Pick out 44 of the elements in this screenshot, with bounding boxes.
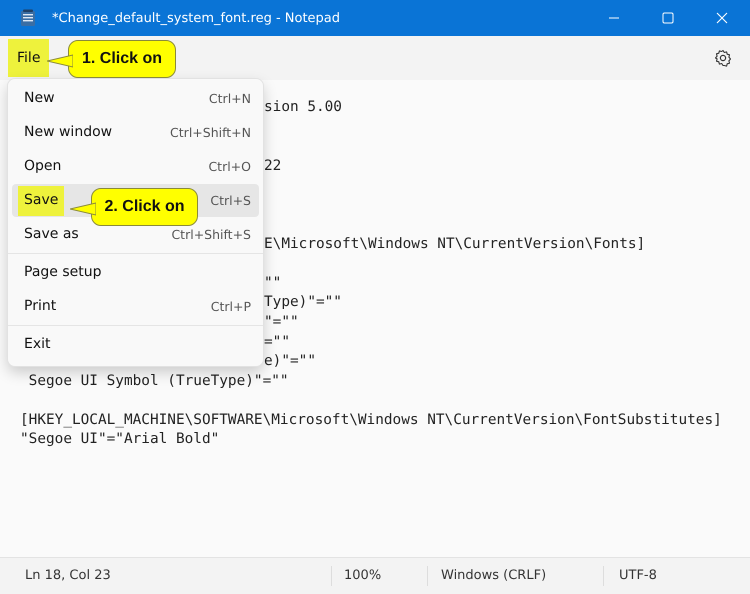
- menu-item-label: Exit: [23, 334, 52, 354]
- code-line: sion 5.00: [264, 99, 342, 115]
- menu-item-label: Save: [18, 186, 64, 216]
- shortcut-label: Ctrl+O: [208, 159, 251, 174]
- code-line: e)"="": [264, 353, 316, 370]
- close-icon[interactable]: [716, 12, 728, 24]
- menu-item-label: Save as: [23, 224, 80, 244]
- notepad-icon: [20, 9, 36, 27]
- line-ending: Windows (CRLF): [427, 566, 603, 586]
- code-line: Type)"="": [264, 294, 342, 310]
- maximize-icon[interactable]: [662, 12, 674, 24]
- menu-item[interactable]: New window Ctrl+Shift+N: [12, 116, 259, 149]
- callout-text: 2. Click on: [104, 198, 185, 216]
- code-line: E\Microsoft\Windows NT\CurrentVersion\Fonts]: [264, 236, 646, 252]
- menu-item-label: Print: [23, 296, 58, 316]
- shortcut-label: Ctrl+S: [210, 193, 251, 208]
- cursor-position: Ln 18, Col 23: [25, 567, 112, 585]
- menu-item[interactable]: Save as Ctrl+Shift+S: [12, 218, 259, 251]
- file-menu[interactable]: File: [8, 39, 50, 77]
- zoom-level: 100%: [331, 566, 427, 586]
- menu-item-label: New: [23, 88, 56, 108]
- menu-item-label: New window: [23, 122, 114, 142]
- callout-text: 1. Click on: [82, 50, 162, 68]
- shortcut-label: Ctrl+Shift+N: [170, 125, 251, 140]
- encoding: UTF-8: [603, 566, 657, 586]
- window-title: *Change_default_system_font.reg - Notepad: [52, 10, 340, 26]
- code-line: [HKEY_LOCAL_MACHINE\SOFTWARE\Microsoft\Windows NT\CurrentVersion\FontSubstitutes]: [20, 412, 722, 428]
- menu-item[interactable]: New Ctrl+N: [12, 82, 259, 115]
- shortcut-label: Ctrl+P: [210, 299, 251, 314]
- code-line: "="": [264, 314, 299, 330]
- code-line: ="": [264, 334, 290, 350]
- shortcut-label: Ctrl+N: [208, 91, 251, 106]
- menu-item-label: Open: [23, 156, 62, 176]
- shortcut-label: Ctrl+Shift+S: [171, 227, 251, 242]
- code-line: "Segoe UI"="Arial Bold": [20, 431, 220, 448]
- code-line: 22: [264, 158, 282, 174]
- menu-item-label: Page setup: [23, 262, 102, 282]
- settings-icon[interactable]: [714, 49, 732, 67]
- code-line: Segoe UI Symbol (TrueType)"="": [28, 372, 289, 389]
- menu-item[interactable]: Open Ctrl+O: [12, 150, 259, 183]
- menu-item[interactable]: Exit: [12, 328, 259, 361]
- menu-item[interactable]: Page setup: [12, 256, 259, 289]
- menu-item[interactable]: Print Ctrl+P: [12, 290, 259, 323]
- code-line: "": [264, 274, 282, 291]
